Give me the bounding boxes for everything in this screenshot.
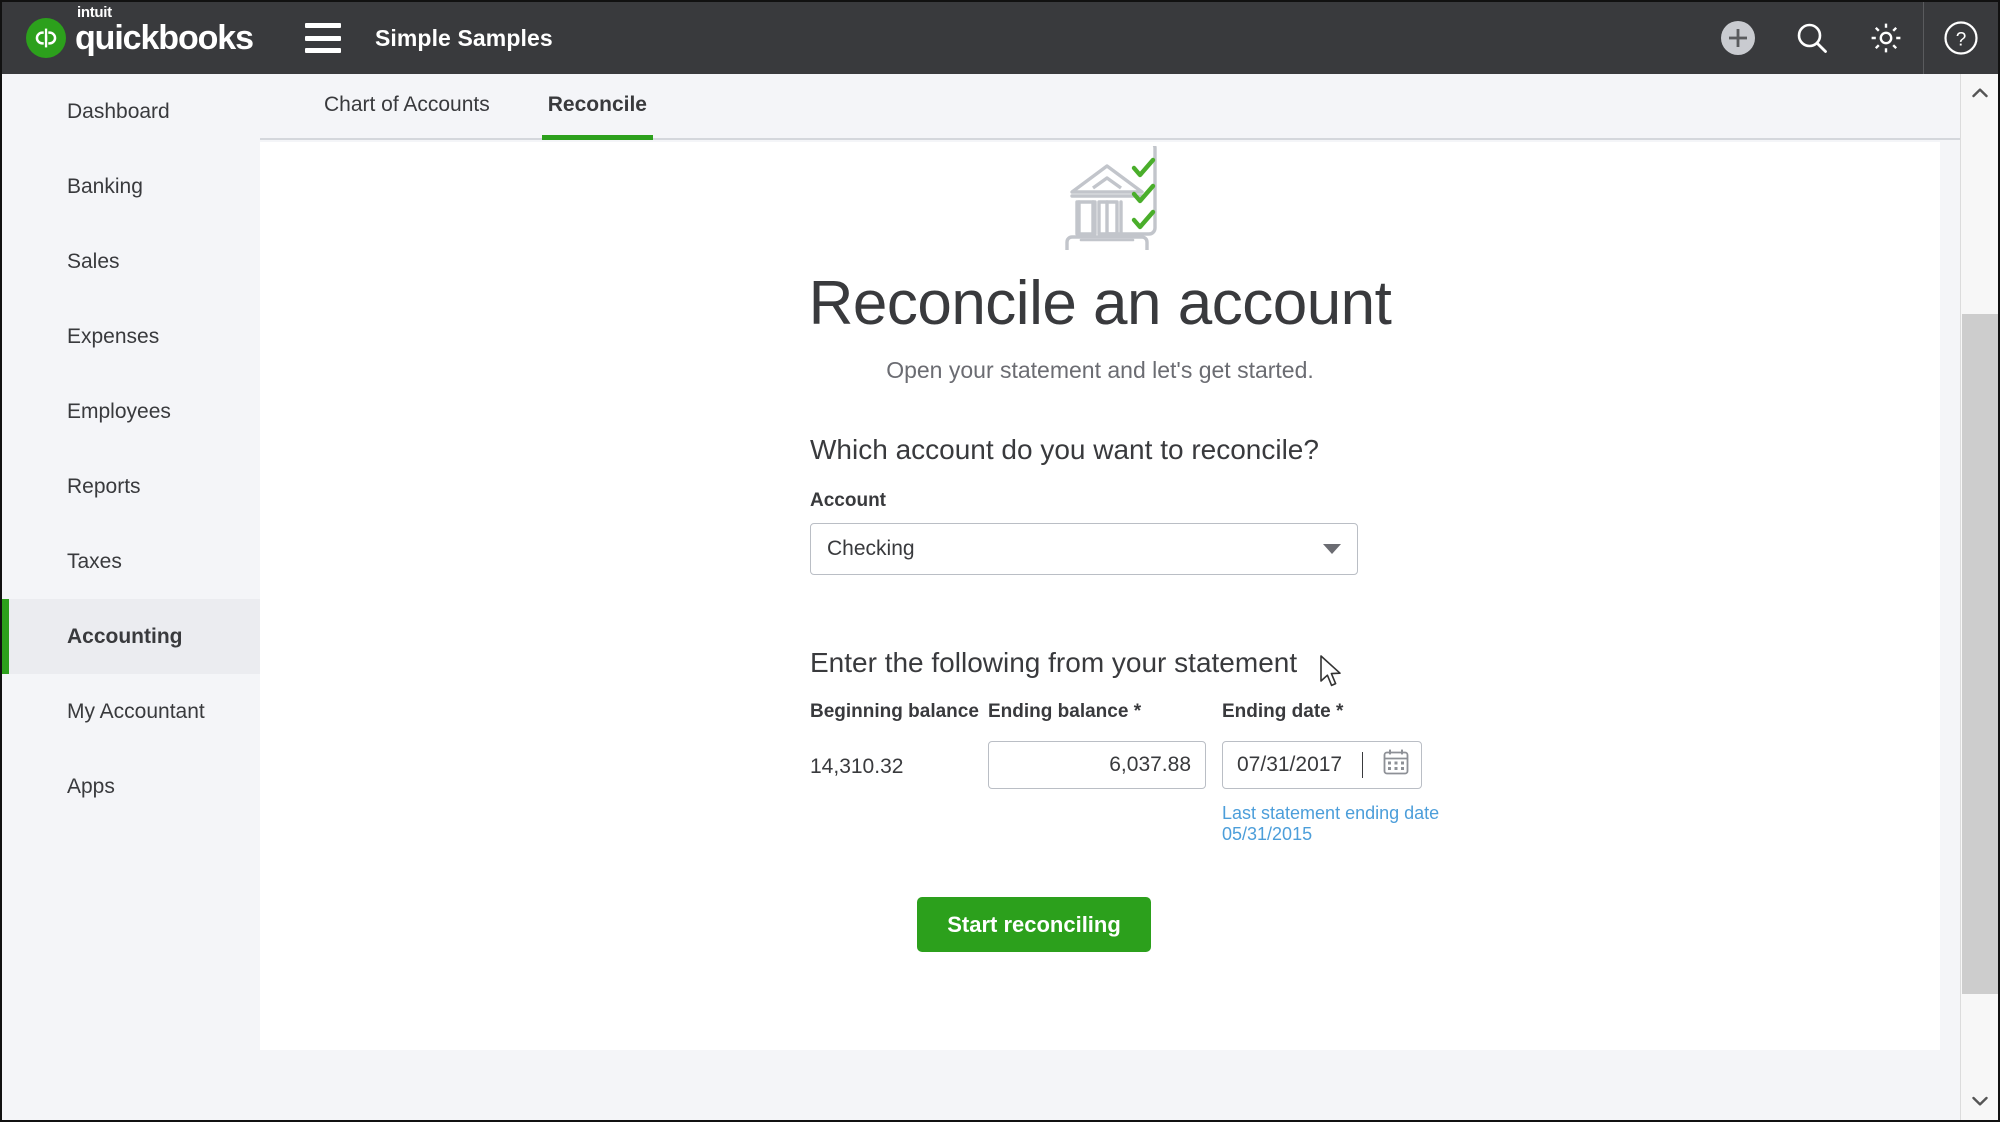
mouse-cursor-pointer: [1319, 655, 1345, 696]
help-circle-icon[interactable]: ?: [1924, 2, 1998, 74]
last-statement-row: Last statement ending date 05/31/2015: [810, 789, 1510, 845]
start-reconciling-button[interactable]: Start reconciling: [917, 897, 1151, 952]
bank-with-checklist-icon: [1015, 142, 1185, 250]
gear-icon[interactable]: [1849, 2, 1923, 74]
account-field-label: Account: [810, 490, 1510, 512]
scroll-up-arrow-icon[interactable]: [1961, 74, 1999, 112]
account-section-heading: Which account do you want to reconcile?: [810, 434, 1510, 466]
reconcile-form: Which account do you want to reconcile? …: [810, 434, 1510, 952]
sidebar-item-accounting[interactable]: Accounting: [2, 599, 260, 674]
sidebar-item-label: My Accountant: [67, 700, 205, 724]
qb-mark-icon: [26, 18, 66, 58]
reconcile-panel: Reconcile an account Open your statement…: [260, 142, 1940, 1050]
search-icon[interactable]: [1775, 2, 1849, 74]
sidebar-item-banking[interactable]: Banking: [2, 149, 260, 224]
ending-date-value: 07/31/2017: [1237, 753, 1342, 777]
sidebar-item-label: Dashboard: [67, 100, 170, 124]
text-cursor: [1362, 752, 1363, 778]
ending-date-label: Ending date *: [1222, 701, 1422, 727]
sidebar-item-label: Apps: [67, 775, 115, 799]
scroll-down-arrow-icon[interactable]: [1961, 1082, 1999, 1120]
sidebar-item-dashboard[interactable]: Dashboard: [2, 74, 260, 149]
ending-date-input[interactable]: 07/31/2017: [1222, 741, 1422, 789]
page-title: Reconcile an account: [260, 268, 1940, 339]
statement-fields-row: Beginning balance 14,310.32 Ending balan…: [810, 701, 1510, 789]
sidebar-item-label: Employees: [67, 400, 171, 424]
vertical-scrollbar[interactable]: [1960, 74, 1998, 1120]
hamburger-menu-icon[interactable]: [305, 23, 341, 53]
tab-label: Reconcile: [548, 93, 647, 117]
tab-reconcile[interactable]: Reconcile: [542, 72, 653, 138]
sidebar-item-label: Banking: [67, 175, 143, 199]
sidebar-item-taxes[interactable]: Taxes: [2, 524, 260, 599]
plus-circle-icon[interactable]: [1701, 2, 1775, 74]
sidebar-item-label: Reports: [67, 475, 141, 499]
svg-text:?: ?: [1956, 30, 1967, 51]
sidebar-navigation: Dashboard Banking Sales Expenses Employe…: [2, 74, 260, 1120]
quickbooks-logo[interactable]: intuit quickbooks: [26, 2, 253, 74]
intuit-wordmark: intuit: [77, 5, 112, 20]
scrollbar-thumb[interactable]: [1962, 314, 1998, 994]
statement-section-heading: Enter the following from your statement: [810, 647, 1297, 679]
last-statement-link[interactable]: Last statement ending date 05/31/2015: [1222, 803, 1510, 845]
sidebar-item-apps[interactable]: Apps: [2, 749, 260, 824]
sidebar-item-label: Taxes: [67, 550, 122, 574]
ending-date-group: Ending date * 07/31/2017: [1222, 701, 1422, 789]
chevron-down-icon: [1323, 544, 1341, 554]
ending-balance-group: Ending balance * 6,037.88: [988, 701, 1222, 789]
sidebar-item-my-accountant[interactable]: My Accountant: [2, 674, 260, 749]
submit-row: Start reconciling: [558, 897, 1510, 952]
note-spacer: [810, 789, 1222, 845]
page-subtitle: Open your statement and let's get starte…: [260, 357, 1940, 384]
statement-section-heading-label: Enter the following from your statement: [810, 647, 1297, 678]
quickbooks-wordmark: quickbooks: [75, 21, 253, 55]
sidebar-item-expenses[interactable]: Expenses: [2, 299, 260, 374]
account-select-value: Checking: [827, 537, 1323, 561]
sidebar-item-sales[interactable]: Sales: [2, 224, 260, 299]
beginning-balance-label: Beginning balance: [810, 701, 988, 727]
sidebar-item-label: Accounting: [67, 625, 183, 649]
sidebar-item-employees[interactable]: Employees: [2, 374, 260, 449]
sidebar-item-label: Sales: [67, 250, 120, 274]
top-navigation-bar: intuit quickbooks Simple Samples: [2, 2, 1998, 74]
quickbooks-app-window: intuit quickbooks Simple Samples: [0, 0, 2000, 1122]
tab-bar: Chart of Accounts Reconcile: [260, 74, 1998, 140]
company-name-label: Simple Samples: [375, 25, 553, 52]
sidebar-item-label: Expenses: [67, 325, 159, 349]
calendar-icon[interactable]: [1381, 747, 1411, 783]
top-bar-actions: ?: [1701, 2, 1998, 74]
logo-wordmark: intuit quickbooks: [75, 21, 253, 55]
beginning-balance-group: Beginning balance 14,310.32: [810, 701, 988, 779]
ending-balance-value: 6,037.88: [1109, 753, 1191, 777]
tab-chart-of-accounts[interactable]: Chart of Accounts: [318, 72, 496, 138]
beginning-balance-value: 14,310.32: [810, 755, 988, 779]
ending-balance-input[interactable]: 6,037.88: [988, 741, 1206, 789]
ending-balance-label: Ending balance *: [988, 701, 1222, 727]
tab-label: Chart of Accounts: [324, 93, 490, 117]
content-area: Chart of Accounts Reconcile: [260, 74, 1998, 1120]
sidebar-item-reports[interactable]: Reports: [2, 449, 260, 524]
account-select[interactable]: Checking: [810, 523, 1358, 575]
